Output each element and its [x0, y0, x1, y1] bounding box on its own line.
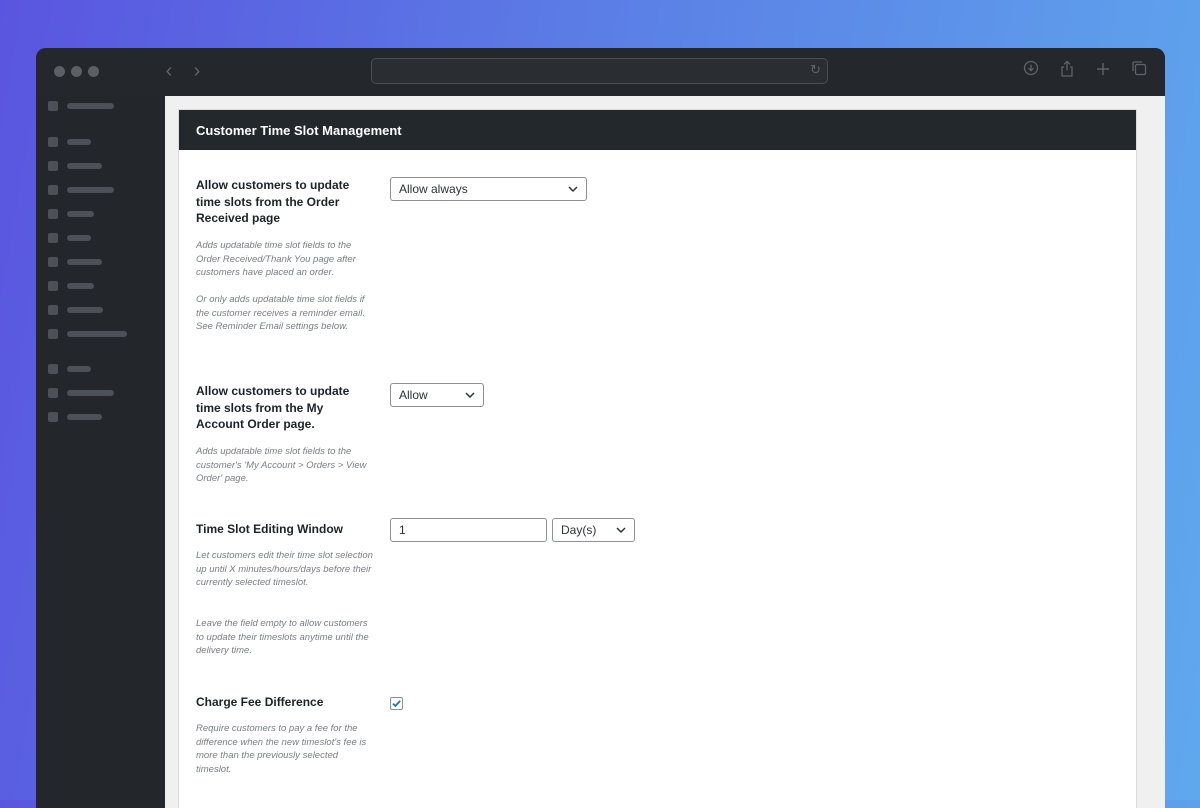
menu-icon [48, 233, 58, 243]
select-value: Allow [399, 388, 428, 402]
close-window-dot[interactable] [54, 66, 65, 77]
plus-icon[interactable] [1092, 60, 1114, 82]
menu-icon [48, 161, 58, 171]
menu-icon [48, 137, 58, 147]
main-content: Customer Time Slot Management Allow cust… [165, 96, 1165, 808]
setting-label: Charge Fee Difference [196, 695, 324, 709]
sidebar-item[interactable] [48, 329, 127, 339]
sidebar-item[interactable] [48, 101, 114, 111]
reload-icon[interactable]: ↻ [810, 62, 821, 78]
setting-label: Allow customers to update time slots fro… [196, 178, 350, 225]
menu-icon [48, 209, 58, 219]
setting-label: Allow customers to update time slots fro… [196, 384, 350, 431]
menu-icon [48, 329, 58, 339]
sidebar-item[interactable] [48, 209, 94, 219]
share-icon[interactable] [1056, 60, 1078, 82]
sidebar-item[interactable] [48, 388, 114, 398]
editing-window-input[interactable]: 1 [390, 518, 547, 542]
settings-panel: Customer Time Slot Management Allow cust… [178, 109, 1137, 808]
panel-title: Customer Time Slot Management [196, 123, 402, 138]
minimize-window-dot[interactable] [71, 66, 82, 77]
menu-icon [48, 364, 58, 374]
editing-window-unit-select[interactable]: Day(s) [552, 518, 635, 542]
setting-description: Or only adds updatable time slot fields … [196, 294, 365, 333]
browser-window: ‹ › ↻ Customer Time Slot Management Allo… [36, 48, 1165, 808]
download-icon[interactable] [1020, 60, 1042, 82]
sidebar-item[interactable] [48, 161, 102, 171]
menu-icon [48, 185, 58, 195]
setting-description: Leave the field empty to allow customers… [196, 618, 369, 657]
setting-description: Adds updatable time slot fields to the O… [196, 240, 356, 279]
charge-fee-checkbox[interactable] [390, 697, 403, 710]
chevron-down-icon [568, 186, 578, 193]
sidebar-item[interactable] [48, 257, 102, 267]
setting-description: Require customers to pay a fee for the d… [196, 723, 367, 775]
sidebar-item[interactable] [48, 137, 91, 147]
maximize-window-dot[interactable] [88, 66, 99, 77]
setting-label: Time Slot Editing Window [196, 522, 343, 536]
menu-icon [48, 305, 58, 315]
input-value: 1 [399, 523, 406, 537]
sidebar-item[interactable] [48, 185, 114, 195]
menu-icon [48, 388, 58, 398]
sidebar-item[interactable] [48, 412, 102, 422]
browser-titlebar: ‹ › ↻ [36, 48, 1165, 96]
sidebar-item[interactable] [48, 281, 94, 291]
sidebar-item[interactable] [48, 233, 91, 243]
chevron-left-icon[interactable]: ‹ [158, 60, 180, 82]
menu-icon [48, 101, 58, 111]
panel-header: Customer Time Slot Management [179, 110, 1136, 150]
address-bar[interactable]: ↻ [371, 58, 828, 84]
menu-icon [48, 412, 58, 422]
setting-description: Let customers edit their time slot selec… [196, 550, 373, 589]
admin-sidebar [36, 96, 165, 808]
window-controls [54, 66, 99, 77]
menu-icon [48, 257, 58, 267]
my-account-select[interactable]: Allow [390, 383, 484, 407]
sidebar-item[interactable] [48, 364, 91, 374]
tabs-icon[interactable] [1128, 60, 1150, 82]
sidebar-item[interactable] [48, 305, 103, 315]
select-value: Allow always [399, 182, 468, 196]
chevron-down-icon [616, 527, 626, 534]
menu-icon [48, 281, 58, 291]
chevron-down-icon [465, 392, 475, 399]
chevron-right-icon[interactable]: › [186, 60, 208, 82]
setting-description: Adds updatable time slot fields to the c… [196, 446, 367, 485]
checkmark-icon [392, 700, 401, 708]
order-received-select[interactable]: Allow always [390, 177, 587, 201]
select-value: Day(s) [561, 523, 597, 537]
